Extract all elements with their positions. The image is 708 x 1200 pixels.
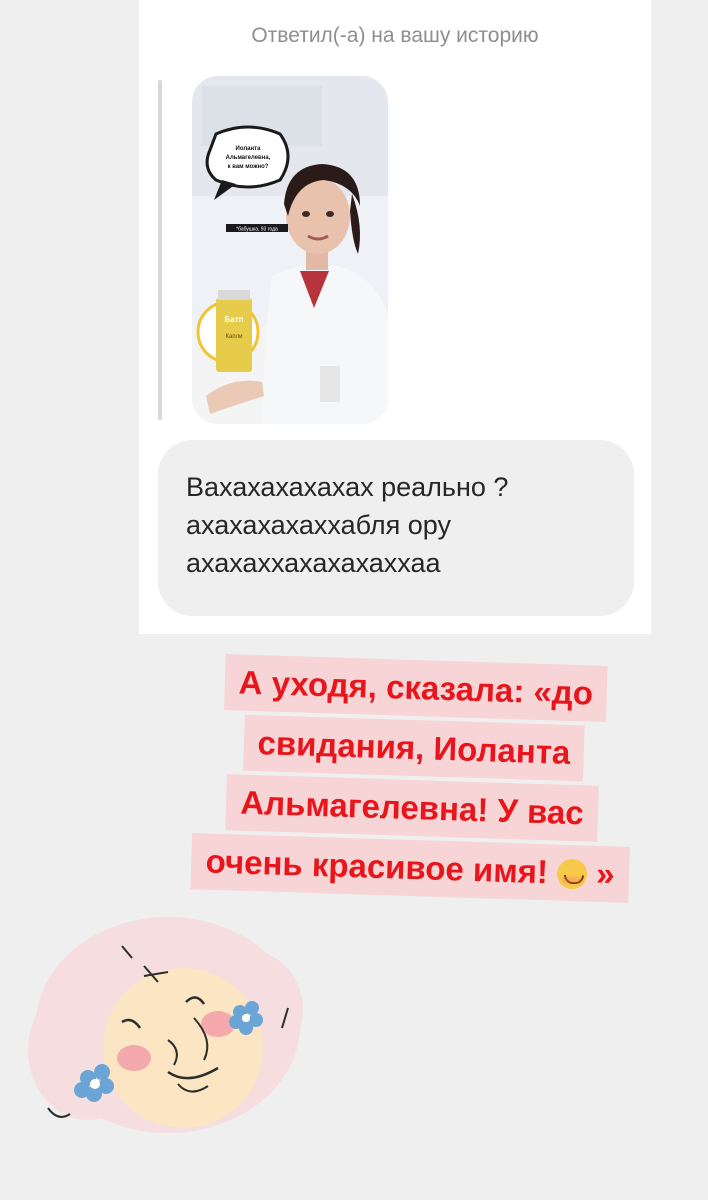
smiling-face-icon: [556, 858, 588, 890]
story-thumbnail[interactable]: Иоланта Альмагелевна, к вам можно? *бабу…: [192, 76, 388, 424]
grandma-face-icon: [28, 917, 303, 1133]
message-text: Вахахахахахах реально ? ахахахахаххабля …: [186, 472, 509, 578]
caption-line-4-text: очень красивое имя!: [205, 842, 549, 891]
product-label-text: Капли: [226, 334, 243, 340]
sticker-text-line3: к вам можно?: [228, 164, 269, 170]
message-bubble[interactable]: Вахахахахахах реально ? ахахахахаххабля …: [158, 440, 634, 616]
story-label-text: *бабушка, 93 года: [236, 227, 278, 233]
caption-line-4: очень красивое имя! »: [190, 833, 630, 903]
caption-line-2: свидания, Иоланта: [242, 714, 586, 782]
story-image: Иоланта Альмагелевна, к вам можно? *бабу…: [192, 76, 388, 424]
story-caption: А уходя, сказала: «до свидания, Иоланта …: [154, 650, 671, 906]
grandma-sticker: [18, 900, 318, 1160]
caption-closing-quote: »: [595, 854, 616, 893]
reply-header: Ответил(-а) на вашу историю: [251, 24, 539, 47]
caption-line-3: Альмагелевна! У вас: [225, 774, 599, 842]
dm-reply-card: Ответил(-а) на вашу историю Иоланта Альм…: [139, 0, 651, 634]
reply-quote-bar: [158, 80, 162, 420]
sticker-text-line1: Иоланта: [236, 146, 262, 152]
caption-line-1: А уходя, сказала: «до: [223, 654, 608, 723]
sticker-text-line2: Альмагелевна,: [226, 155, 271, 161]
product-brand-text: Батп: [225, 315, 244, 324]
